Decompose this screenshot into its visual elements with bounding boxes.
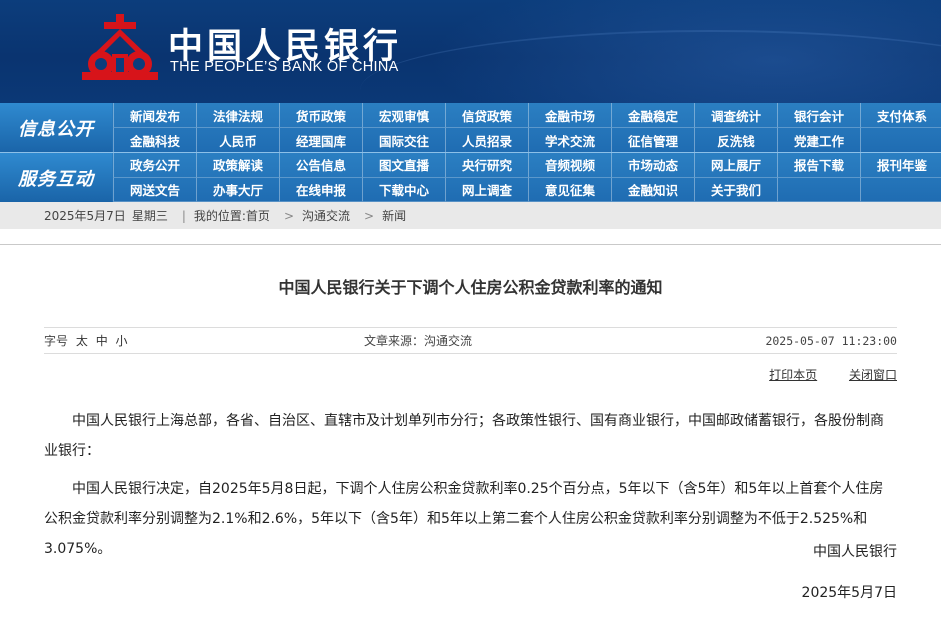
article-tools: 打印本页 关闭窗口 <box>741 366 897 383</box>
nav-item[interactable]: 人员招录 <box>445 128 528 153</box>
nav-info-disclosure: 信息公开 新闻发布 法律法规 货币政策 宏观审慎 信贷政策 金融市场 金融稳定 调查统计 银行会… <box>0 103 941 153</box>
nav-item[interactable]: 学术交流 <box>528 128 611 153</box>
pboc-emblem-icon[interactable] <box>82 14 158 82</box>
article-meta-bar: 字号 太 中 小 文章来源：沟通交流 2025-05-07 11:23:00 <box>44 327 897 354</box>
nav-item[interactable]: 关于我们 <box>694 177 777 202</box>
site-header: 中国人民银行 THE PEOPLE’S BANK OF CHINA <box>0 0 941 103</box>
font-size-controls: 字号 太 中 小 <box>44 332 128 349</box>
nav-item[interactable]: 金融科技 <box>113 128 196 153</box>
separator: | <box>181 208 186 223</box>
font-medium-button[interactable]: 中 <box>96 334 108 348</box>
nav-item[interactable]: 金融知识 <box>611 177 694 202</box>
font-size-label: 字号 <box>44 334 69 348</box>
nav-item[interactable]: 信贷政策 <box>445 103 528 128</box>
nav-item[interactable]: 网上展厅 <box>694 153 777 178</box>
close-window-link[interactable]: 关闭窗口 <box>849 368 897 382</box>
content-divider <box>0 244 941 245</box>
article-paragraph: 中国人民银行决定，自2025年5月8日起，下调个人住房公积金贷款利率0.25个百… <box>44 481 884 557</box>
font-large-button[interactable]: 太 <box>76 334 88 348</box>
article-datetime: 2025-05-07 11:23:00 <box>765 333 897 348</box>
location-label: 我的位置: <box>193 209 246 223</box>
nav-item[interactable]: 人民币 <box>196 128 279 153</box>
nav-item[interactable]: 政策解读 <box>196 153 279 178</box>
nav-item[interactable]: 党建工作 <box>777 128 860 153</box>
article-title: 中国人民银行关于下调个人住房公积金贷款利率的通知 <box>278 278 663 297</box>
breadcrumb-section-link[interactable]: 沟通交流 <box>302 207 350 224</box>
nav-item[interactable]: 音频视频 <box>528 153 611 178</box>
nav-item[interactable]: 公告信息 <box>279 153 362 178</box>
article-body: 中国人民银行上海总部，各省、自治区、直辖市及计划单列市分行；各政策性银行、国有商… <box>44 406 897 572</box>
nav-item[interactable]: 办事大厅 <box>196 177 279 202</box>
nav-item[interactable]: 支付体系 <box>860 103 941 128</box>
nav-item-empty <box>860 177 941 202</box>
nav-grid-info: 新闻发布 法律法规 货币政策 宏观审慎 信贷政策 金融市场 金融稳定 调查统计 银行会计 支付体系… <box>113 103 941 153</box>
nav-item[interactable]: 征信管理 <box>611 128 694 153</box>
article-source: 文章来源：沟通交流 <box>364 334 473 348</box>
nav-item[interactable]: 市场动态 <box>611 153 694 178</box>
nav-item[interactable]: 反洗钱 <box>694 128 777 153</box>
nav-item[interactable]: 下载中心 <box>362 177 445 202</box>
nav-item[interactable]: 意见征集 <box>528 177 611 202</box>
nav-item-empty <box>860 128 941 153</box>
nav-item[interactable]: 货币政策 <box>279 103 362 128</box>
font-small-button[interactable]: 小 <box>116 334 128 348</box>
nav-item[interactable]: 图文直播 <box>362 153 445 178</box>
nav-item-empty <box>777 177 860 202</box>
article-paragraph: 中国人民银行上海总部，各省、自治区、直辖市及计划单列市分行；各政策性银行、国有商… <box>44 413 884 459</box>
article-signature: 中国人民银行 <box>813 544 897 560</box>
logo-english-text[interactable]: THE PEOPLE’S BANK OF CHINA <box>170 59 399 75</box>
nav-section-label: 信息公开 <box>0 103 112 153</box>
nav-item[interactable]: 宏观审慎 <box>362 103 445 128</box>
breadcrumb: 2025年5月7日 星期三 | 我的位置: 首页 > 沟通交流 > 新闻 <box>0 202 941 229</box>
nav-item[interactable]: 调查统计 <box>694 103 777 128</box>
nav-item[interactable]: 金融稳定 <box>611 103 694 128</box>
nav-item[interactable]: 网送文告 <box>113 177 196 202</box>
nav-item[interactable]: 国际交往 <box>362 128 445 153</box>
nav-item[interactable]: 央行研究 <box>445 153 528 178</box>
nav-item[interactable]: 金融市场 <box>528 103 611 128</box>
nav-item[interactable]: 银行会计 <box>777 103 860 128</box>
nav-item[interactable]: 报刊年鉴 <box>860 153 941 178</box>
nav-item[interactable]: 网上调查 <box>445 177 528 202</box>
article-sign-date: 2025年5月7日 <box>801 585 897 601</box>
nav-item[interactable]: 在线申报 <box>279 177 362 202</box>
breadcrumb-home-link[interactable]: 首页 <box>246 207 270 224</box>
chevron-right-icon: > <box>364 208 375 223</box>
nav-item[interactable]: 报告下载 <box>777 153 860 178</box>
print-page-link[interactable]: 打印本页 <box>769 368 817 382</box>
nav-service-interaction: 服务互动 政务公开 政策解读 公告信息 图文直播 央行研究 音频视频 市场动态 网上展厅 报告下… <box>0 153 941 202</box>
chevron-right-icon: > <box>283 208 294 223</box>
nav-item[interactable]: 新闻发布 <box>113 103 196 128</box>
breadcrumb-current-link[interactable]: 新闻 <box>382 207 406 224</box>
nav-grid-service: 政务公开 政策解读 公告信息 图文直播 央行研究 音频视频 市场动态 网上展厅 报告下载 报刊年鉴… <box>113 153 941 202</box>
nav-section-label: 服务互动 <box>0 153 112 202</box>
nav-item[interactable]: 政务公开 <box>113 153 196 178</box>
current-weekday: 星期三 <box>131 209 168 223</box>
current-date: 2025年5月7日 <box>44 209 126 223</box>
nav-item[interactable]: 法律法规 <box>196 103 279 128</box>
nav-item[interactable]: 经理国库 <box>279 128 362 153</box>
